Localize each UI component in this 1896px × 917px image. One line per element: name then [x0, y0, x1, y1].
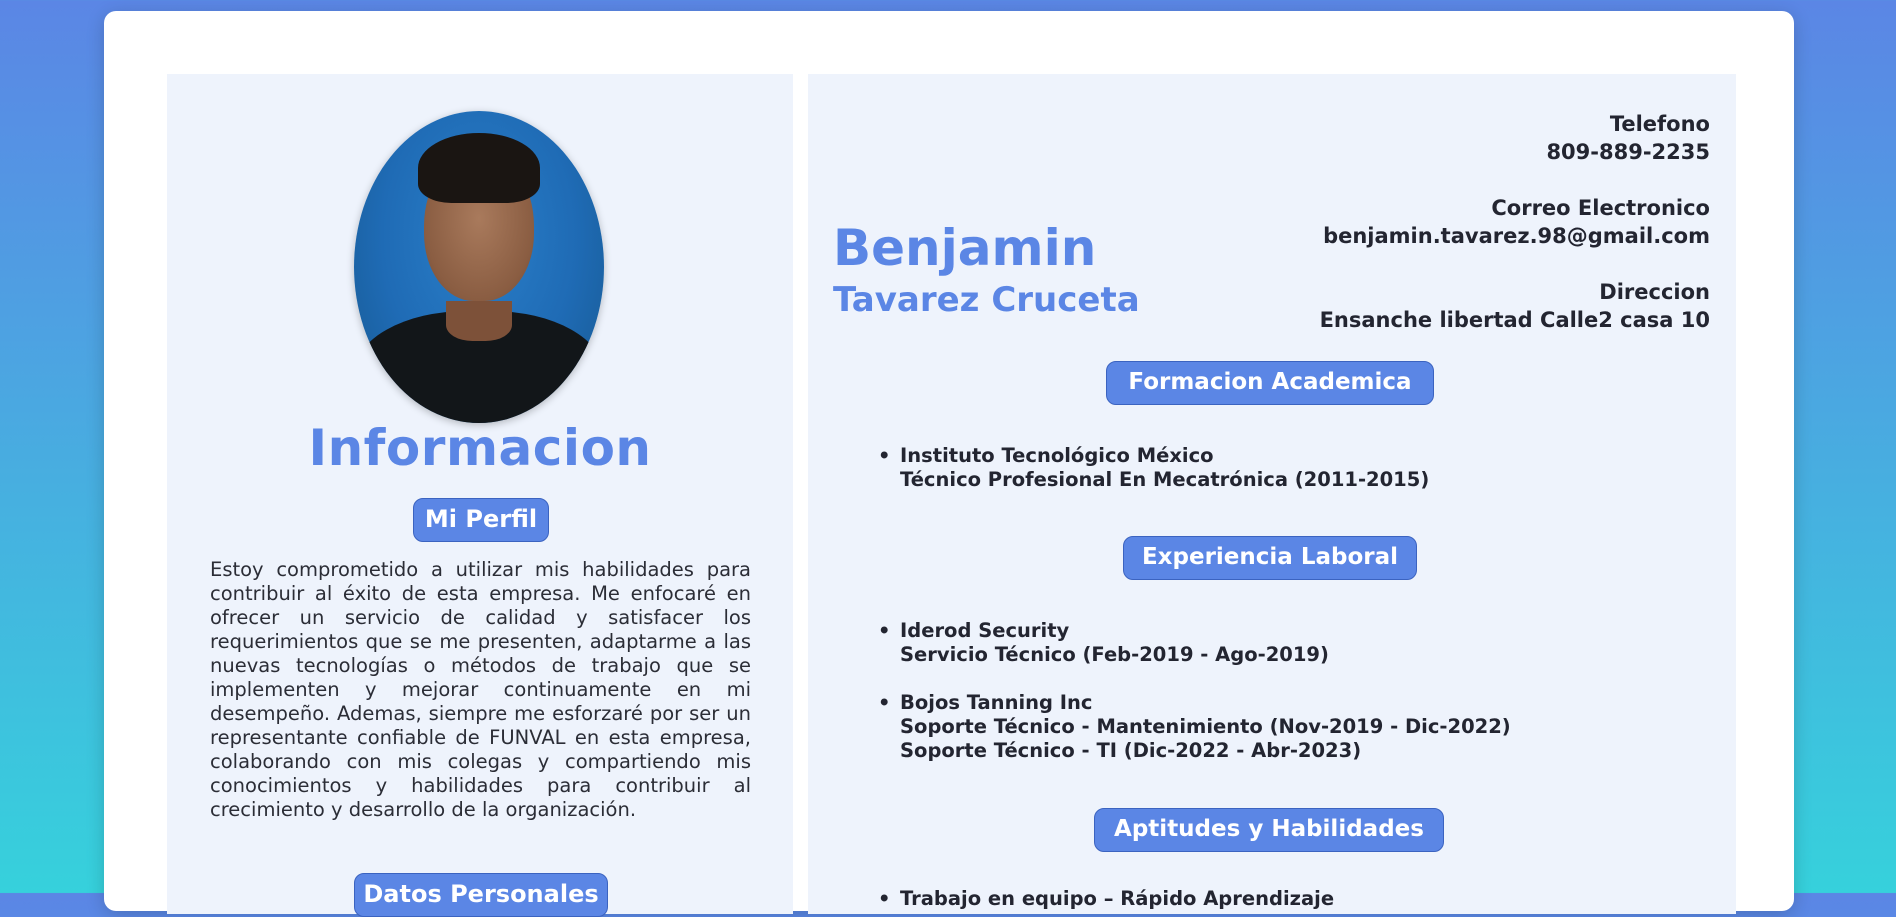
bullet-icon: •: [878, 887, 891, 910]
bullet-icon: •: [878, 444, 891, 467]
first-name: Benjamin: [833, 219, 1097, 277]
skill-item: • Trabajo en equipo – Rápido Aprendizaje: [878, 887, 1335, 911]
education-item: • Instituto Tecnológico México Técnico P…: [878, 444, 1430, 492]
datos-personales-heading: Datos Personales: [354, 873, 608, 917]
experience-company: Bojos Tanning Inc: [900, 691, 1093, 714]
phone-label: Telefono: [1609, 112, 1710, 136]
phone-value: 809-889-2235: [1546, 140, 1710, 164]
address-label: Direccion: [1599, 280, 1710, 304]
resume-card: Informacion Mi Perfil Estoy comprometido…: [104, 11, 1794, 917]
last-name: Tavarez Cruceta: [833, 280, 1140, 320]
aptitudes-heading: Aptitudes y Habilidades: [1094, 808, 1444, 852]
profile-description: Estoy comprometido a utilizar mis habili…: [210, 558, 751, 821]
bullet-icon: •: [878, 619, 891, 642]
bullet-icon: •: [878, 691, 891, 714]
experience-item: • Iderod Security Servicio Técnico (Feb-…: [878, 619, 1329, 667]
contact-block: Telefono 809-889-2235 Correo Electronico…: [1320, 110, 1710, 334]
experience-role: Servicio Técnico (Feb-2019 - Ago-2019): [900, 643, 1329, 666]
skill-text: Trabajo en equipo – Rápido Aprendizaje: [900, 887, 1335, 910]
experience-role: Soporte Técnico - TI (Dic-2022 - Abr-202…: [900, 739, 1362, 762]
experience-role: Soporte Técnico - Mantenimiento (Nov-201…: [900, 715, 1511, 738]
experience-item: • Bojos Tanning Inc Soporte Técnico - Ma…: [878, 691, 1511, 763]
education-institution: Instituto Tecnológico México: [900, 444, 1214, 467]
experience-company: Iderod Security: [900, 619, 1070, 642]
profile-photo: [354, 111, 604, 423]
formacion-heading: Formacion Academica: [1106, 361, 1434, 405]
experiencia-heading: Experiencia Laboral: [1123, 536, 1417, 580]
left-column: Informacion Mi Perfil Estoy comprometido…: [167, 74, 793, 917]
right-column: Benjamin Tavarez Cruceta Telefono 809-88…: [808, 74, 1736, 914]
info-title: Informacion: [308, 419, 652, 477]
perfil-heading: Mi Perfil: [413, 498, 549, 542]
education-degree: Técnico Profesional En Mecatrónica (2011…: [900, 468, 1430, 491]
email-label: Correo Electronico: [1491, 196, 1710, 220]
email-value: benjamin.tavarez.98@gmail.com: [1323, 224, 1710, 248]
address-value: Ensanche libertad Calle2 casa 10: [1319, 308, 1710, 332]
